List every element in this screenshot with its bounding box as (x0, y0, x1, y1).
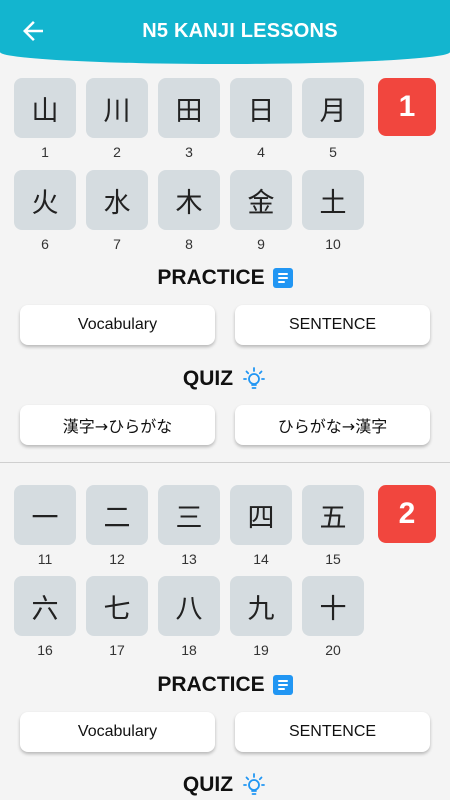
kanji-number: 9 (257, 236, 265, 252)
kanji-card[interactable]: 四 (230, 485, 292, 545)
kanji-number: 6 (41, 236, 49, 252)
kanji-card[interactable]: 二 (86, 485, 148, 545)
kanji-tile[interactable]: 二 12 (86, 485, 148, 567)
kanji-number: 5 (329, 144, 337, 160)
practice-heading: PRACTICE (0, 266, 450, 290)
kanji-tile[interactable]: 水7 (86, 170, 148, 252)
kanji-tile[interactable]: 一 11 (14, 485, 76, 567)
quiz-heading: QUIZ (0, 366, 450, 392)
kanji-card[interactable]: 月 (302, 78, 364, 138)
kanji-number: 15 (325, 551, 341, 567)
kanji-number: 13 (181, 551, 197, 567)
section-divider (0, 462, 450, 463)
kanji-tile[interactable]: 九 19 (230, 576, 292, 658)
kanji-tile[interactable]: 日4 (230, 78, 292, 160)
vocabulary-button[interactable]: Vocabulary (20, 305, 215, 345)
kanji-tile[interactable]: 三 13 (158, 485, 220, 567)
kanji-tile[interactable]: 土 10 (302, 170, 364, 252)
practice-heading: PRACTICE (0, 673, 450, 697)
kanji-row: 一 11 二 12 三 13 四 14 五 15 (14, 485, 364, 567)
kanji-card[interactable]: 三 (158, 485, 220, 545)
kanji-card[interactable]: 十 (302, 576, 364, 636)
kanji-card[interactable]: 川 (86, 78, 148, 138)
kanji-tile[interactable]: 月5 (302, 78, 364, 160)
kanji-tile[interactable]: 四 14 (230, 485, 292, 567)
lesson-number-badge: 1 (378, 78, 436, 136)
kanji-card[interactable]: 木 (158, 170, 220, 230)
lightbulb-icon (243, 367, 265, 389)
kanji-number: 18 (181, 642, 197, 658)
quiz-label: QUIZ (182, 367, 234, 390)
kanji-tile[interactable]: 十 20 (302, 576, 364, 658)
kanji-card[interactable]: 水 (86, 170, 148, 230)
kanji-tile[interactable]: 六 16 (14, 576, 76, 658)
app-bar: N5 KANJI LESSONS (0, 0, 450, 64)
sentence-button[interactable]: SENTENCE (235, 305, 430, 345)
kanji-number: 16 (37, 642, 53, 658)
kanji-number: 14 (253, 551, 269, 567)
kanji-number: 12 (109, 551, 125, 567)
quiz-heading: QUIZ (0, 772, 450, 798)
kanji-card[interactable]: 土 (302, 170, 364, 230)
kanji-card[interactable]: 六 (14, 576, 76, 636)
kanji-card[interactable]: 田 (158, 78, 220, 138)
kanji-card[interactable]: 五 (302, 485, 364, 545)
practice-label: PRACTICE (157, 266, 265, 289)
kanji-number: 2 (113, 144, 121, 160)
kanji-card[interactable]: 金 (230, 170, 292, 230)
kanji-card[interactable]: 九 (230, 576, 292, 636)
kanji-tile[interactable]: 田3 (158, 78, 220, 160)
lightbulb-icon (243, 773, 265, 795)
page-title: N5 KANJI LESSONS (142, 20, 338, 42)
kanji-tile[interactable]: 八 18 (158, 576, 220, 658)
document-icon (272, 268, 293, 288)
vocabulary-button[interactable]: Vocabulary (20, 712, 215, 752)
kanji-number: 11 (37, 551, 53, 567)
quiz-hiragana-to-kanji-button[interactable]: ひらがな→漢字 (235, 405, 430, 445)
kanji-number: 8 (185, 236, 193, 252)
kanji-tile[interactable]: 七 17 (86, 576, 148, 658)
kanji-tile[interactable]: 川2 (86, 78, 148, 160)
kanji-number: 4 (257, 144, 265, 160)
kanji-card[interactable]: 火 (14, 170, 76, 230)
quiz-label: QUIZ (182, 773, 234, 796)
kanji-card[interactable]: 山 (14, 78, 76, 138)
kanji-number: 17 (109, 642, 125, 658)
sentence-button[interactable]: SENTENCE (235, 712, 430, 752)
kanji-tile[interactable]: 五 15 (302, 485, 364, 567)
kanji-number: 7 (113, 236, 121, 252)
kanji-card[interactable]: 日 (230, 78, 292, 138)
kanji-tile[interactable]: 金9 (230, 170, 292, 252)
kanji-tile[interactable]: 山1 (14, 78, 76, 160)
practice-label: PRACTICE (157, 673, 265, 696)
kanji-card[interactable]: 七 (86, 576, 148, 636)
quiz-kanji-to-hiragana-button[interactable]: 漢字→ひらがな (20, 405, 215, 445)
document-icon (272, 675, 293, 695)
kanji-number: 3 (185, 144, 193, 160)
lesson-number-badge: 2 (378, 485, 436, 543)
kanji-number: 10 (325, 236, 341, 252)
kanji-number: 1 (41, 144, 49, 160)
kanji-card[interactable]: 八 (158, 576, 220, 636)
kanji-number: 20 (325, 642, 341, 658)
kanji-row: 六 16 七 17 八 18 九 19 十 20 (14, 576, 364, 658)
kanji-card[interactable]: 一 (14, 485, 76, 545)
kanji-row: 火6 水7 木8 金9 土 10 (14, 170, 364, 252)
kanji-tile[interactable]: 木8 (158, 170, 220, 252)
kanji-row: 山1 川2 田3 日4 月5 (14, 78, 364, 160)
kanji-number: 19 (253, 642, 269, 658)
kanji-tile[interactable]: 火6 (14, 170, 76, 252)
